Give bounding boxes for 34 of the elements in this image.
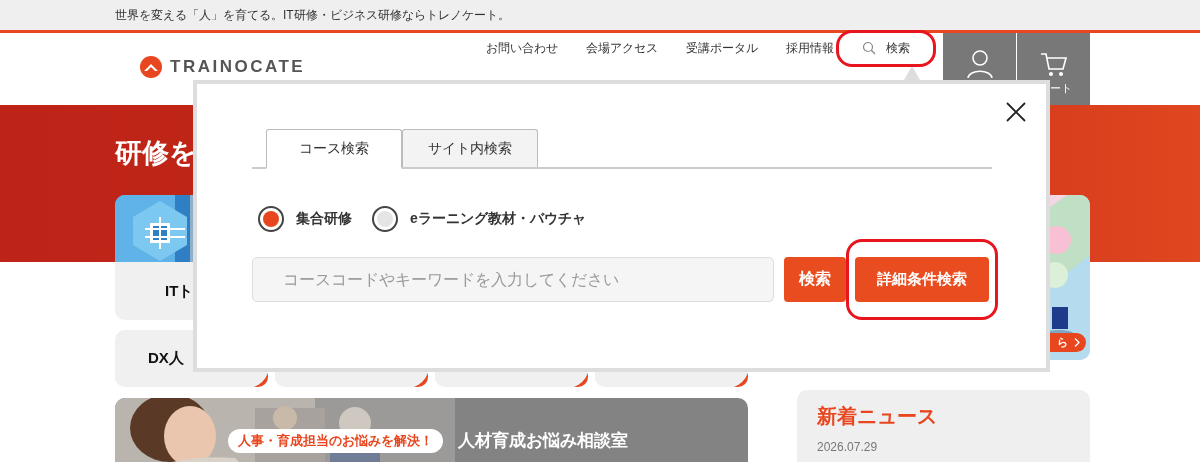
person-icon	[965, 49, 994, 79]
radio-label[interactable]: eラーニング教材・バウチャ	[410, 210, 586, 228]
radio-button[interactable]	[258, 206, 284, 232]
consultation-banner[interactable]: 人事・育成担当のお悩みを解決！ 人材育成お悩み相談室	[115, 398, 748, 462]
card-title: DX人	[147, 349, 184, 368]
close-icon[interactable]	[1006, 102, 1026, 122]
news-title: 新着ニュース	[817, 404, 938, 428]
corner-icon	[414, 373, 428, 387]
tagline: 世界を変える「人」を育てる。IT研修・ビジネス研修ならトレノケート。	[115, 6, 510, 24]
corner-icon	[254, 373, 268, 387]
card-title: ITト	[164, 281, 195, 301]
tab[interactable]: コース検索	[266, 129, 402, 169]
header-link[interactable]: 採用情報	[786, 39, 834, 57]
header-link[interactable]: 会場アクセス	[586, 39, 658, 57]
chevron-icon	[1074, 338, 1080, 347]
search-link[interactable]: 検索	[862, 39, 910, 57]
corner-icon	[734, 373, 748, 387]
news-date: 2026.07.29	[817, 440, 879, 454]
hero-title: 研修を	[115, 137, 197, 170]
tab[interactable]: サイト内検索	[402, 129, 538, 167]
radio-label[interactable]: 集合研修	[296, 210, 352, 228]
advanced-search-button[interactable]: 詳細条件検索	[855, 257, 989, 302]
radio-button[interactable]	[372, 206, 398, 232]
cart-label: ート	[1048, 81, 1072, 96]
banner-badge: 人事・育成担当のお悩みを解決！	[228, 429, 443, 453]
corner-icon	[574, 373, 588, 387]
logo-icon	[140, 56, 162, 78]
header-link[interactable]: 受講ポータル	[686, 39, 758, 57]
search-button[interactable]: 検索	[784, 257, 846, 302]
logo-text[interactable]: TRAINOCATE	[170, 57, 306, 77]
banner-title: 人材育成お悩み相談室	[458, 430, 628, 452]
search-field[interactable]: コースコードやキーワードを入力してください	[252, 257, 774, 302]
header-link[interactable]: お問い合わせ	[486, 39, 558, 57]
search-icon	[862, 41, 876, 55]
